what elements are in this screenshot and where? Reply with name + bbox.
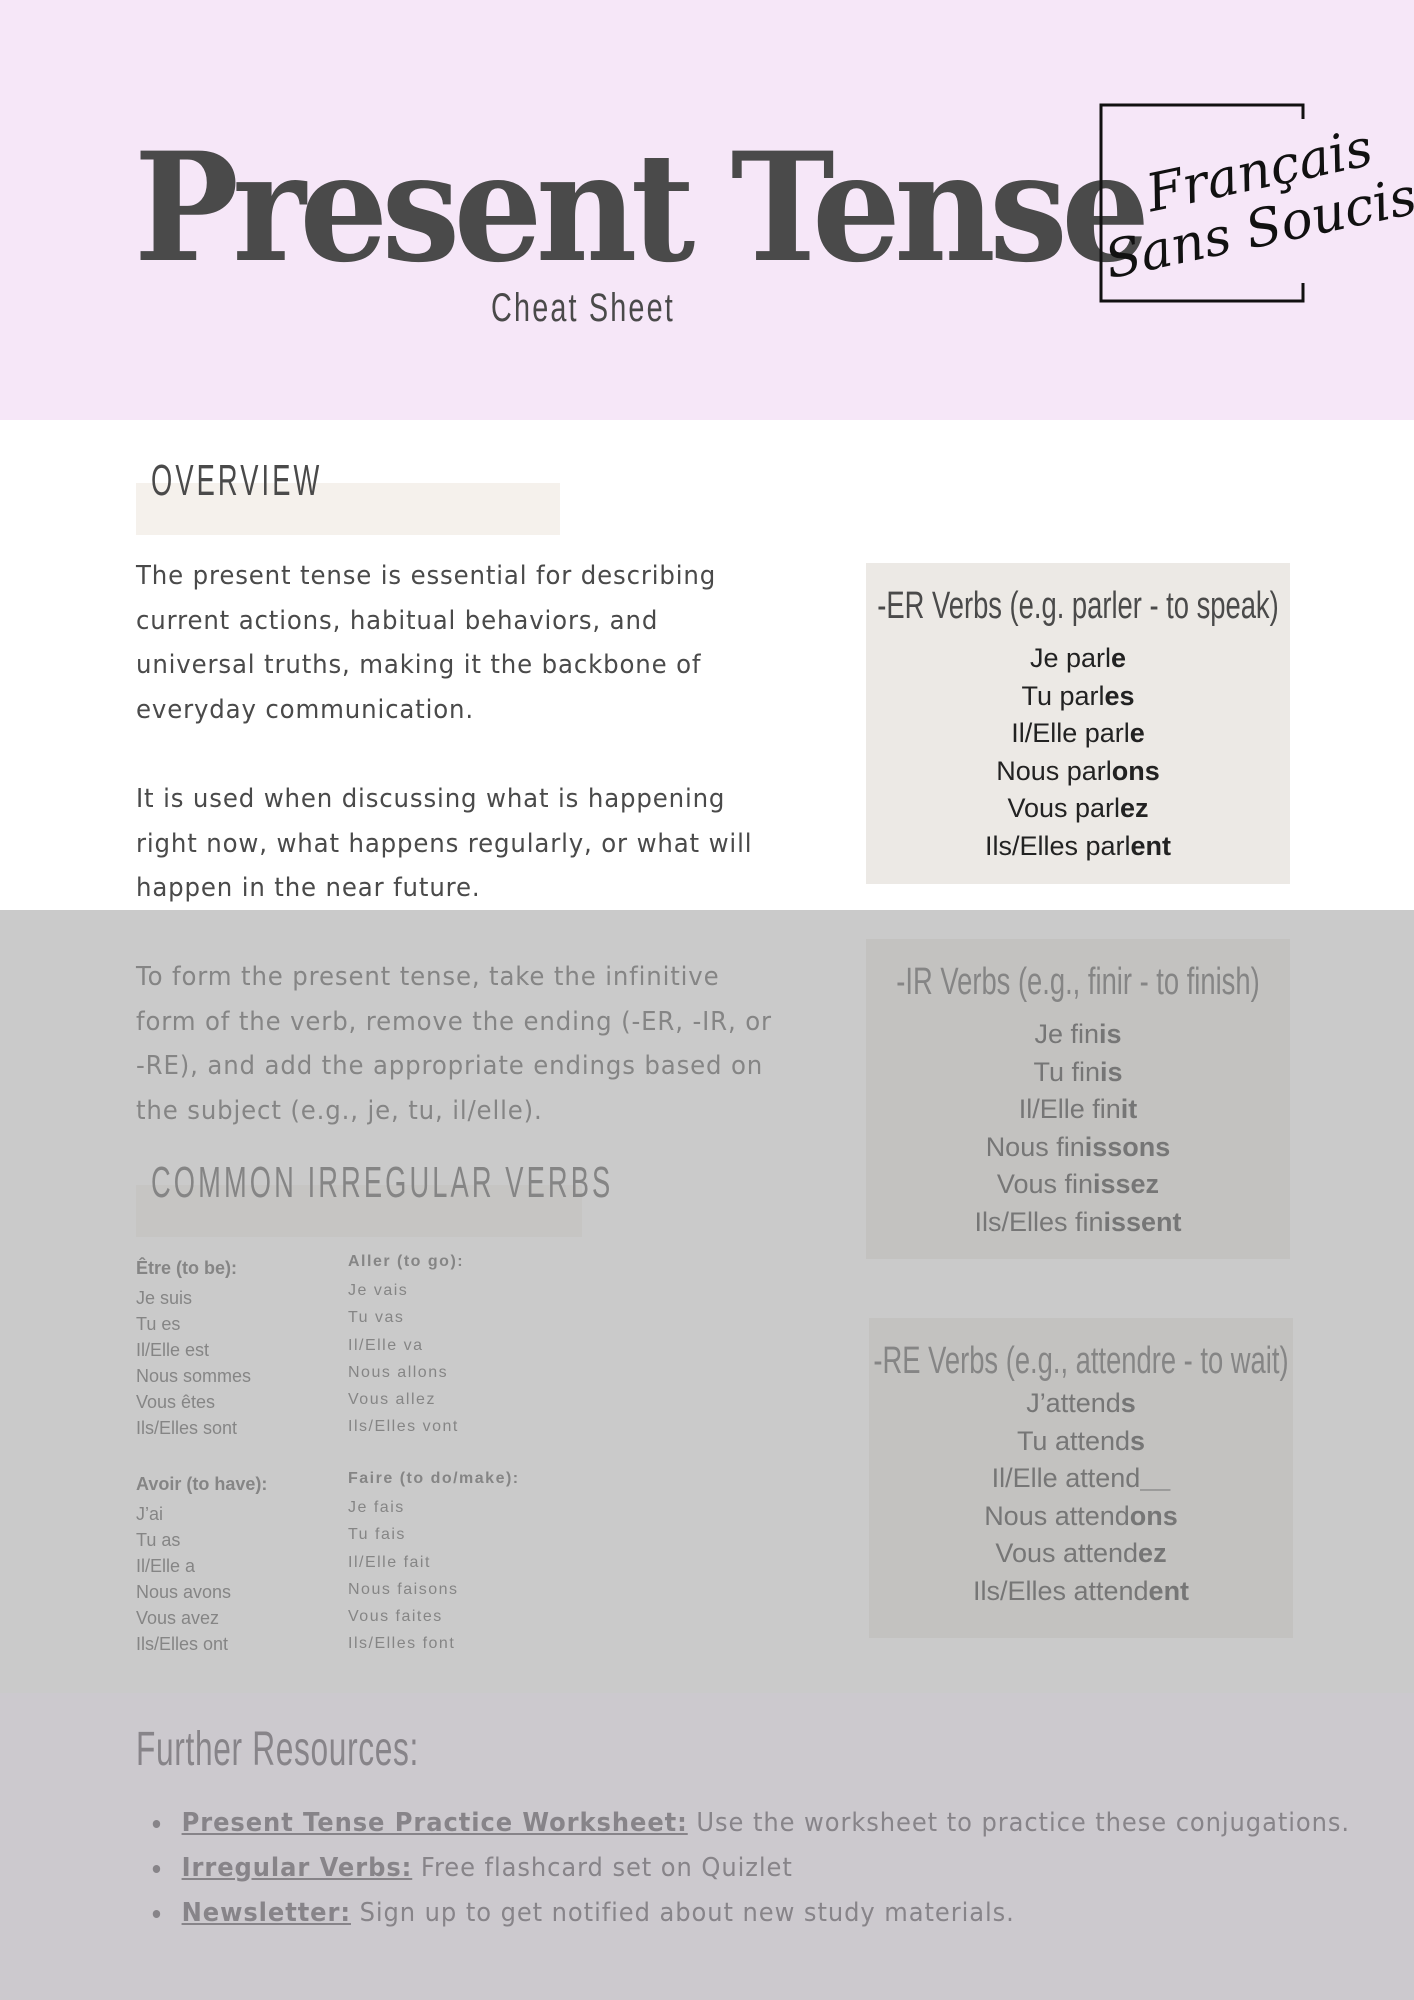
overview-paragraph-1: The present tense is essential for descr… bbox=[136, 561, 717, 725]
page-title: Present Tense bbox=[134, 120, 1150, 296]
conjugation-row: Tu parles bbox=[1021, 680, 1135, 711]
conjugation-row: Nous parlons bbox=[996, 755, 1160, 786]
conjugation-row: Je parle bbox=[1029, 643, 1127, 673]
overview-heading: OVERVIEW bbox=[151, 456, 323, 505]
conjugation-row: Ils/Elles parlent bbox=[984, 830, 1172, 861]
conjugation-row: Vous parlez bbox=[1007, 793, 1149, 823]
er-verbs-title: -ER Verbs (e.g. parler - to speak) bbox=[877, 585, 1279, 627]
logo-frame-icon: Français Sans Soucis bbox=[1099, 103, 1414, 303]
conjugation-row: Il/Elle parle bbox=[1011, 718, 1145, 748]
footer-dim-overlay bbox=[0, 1693, 1414, 2000]
er-verbs-card: -ER Verbs (e.g. parler - to speak) Je pa… bbox=[866, 563, 1290, 884]
dim-overlay bbox=[0, 910, 1414, 1693]
overview-paragraph-2: It is used when discussing what is happe… bbox=[136, 784, 753, 903]
er-conjugation-list: Je parle Tu parles Il/Elle parle Nous pa… bbox=[866, 640, 1290, 865]
brand-logo: Français Sans Soucis bbox=[1099, 103, 1414, 303]
page-subtitle: Cheat Sheet bbox=[491, 286, 675, 330]
